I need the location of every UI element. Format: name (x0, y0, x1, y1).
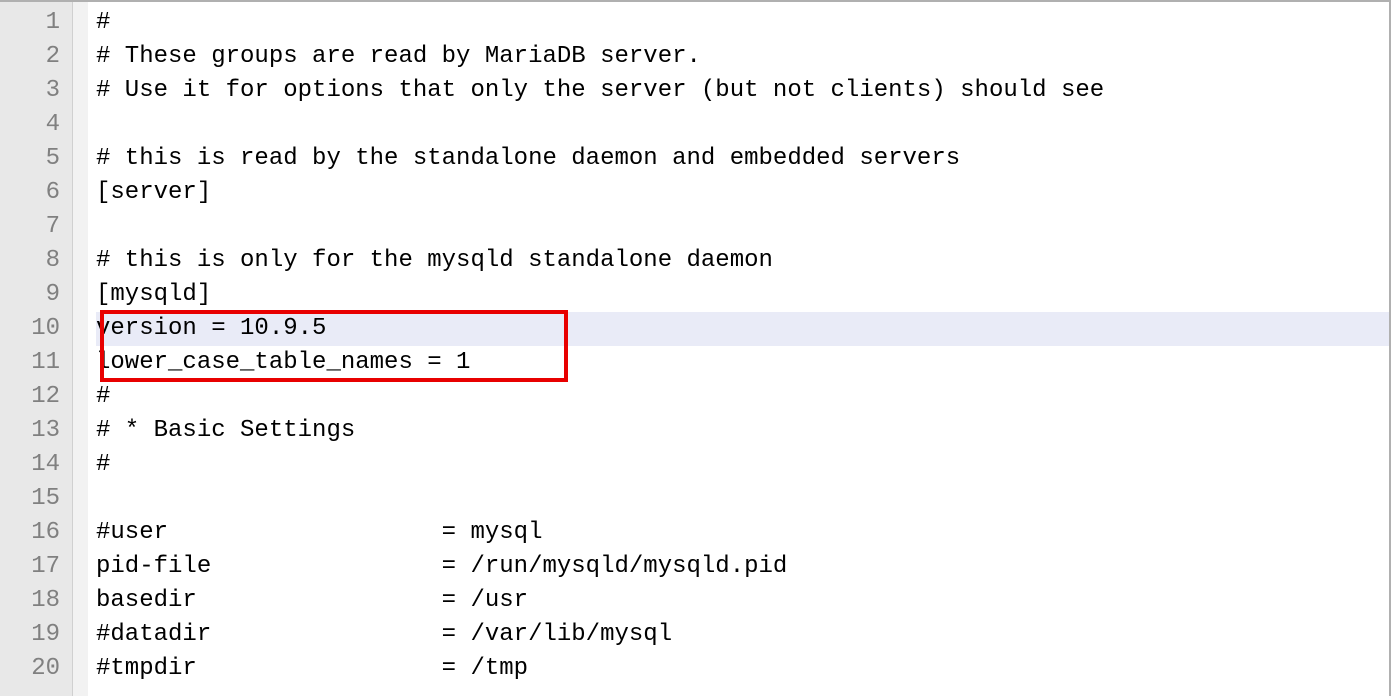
code-line[interactable]: # this is only for the mysqld standalone… (96, 244, 1389, 278)
line-number-gutter: 1234567891011121314151617181920 (0, 2, 72, 696)
code-line[interactable]: # (96, 6, 1389, 40)
code-line[interactable]: # (96, 380, 1389, 414)
gutter-divider (72, 2, 88, 696)
line-number: 17 (8, 550, 60, 584)
line-number: 19 (8, 618, 60, 652)
code-line[interactable]: basedir = /usr (96, 584, 1389, 618)
code-line[interactable]: # * Basic Settings (96, 414, 1389, 448)
line-number: 6 (8, 176, 60, 210)
code-line[interactable]: [server] (96, 176, 1389, 210)
code-line[interactable]: # this is read by the standalone daemon … (96, 142, 1389, 176)
code-line[interactable]: #user = mysql (96, 516, 1389, 550)
code-line[interactable]: # Use it for options that only the serve… (96, 74, 1389, 108)
line-number: 15 (8, 482, 60, 516)
line-number: 1 (8, 6, 60, 40)
line-number: 20 (8, 652, 60, 686)
code-line[interactable] (96, 482, 1389, 516)
code-line[interactable] (96, 210, 1389, 244)
line-number: 10 (8, 312, 60, 346)
line-number: 12 (8, 380, 60, 414)
code-line[interactable]: # These groups are read by MariaDB serve… (96, 40, 1389, 74)
line-number: 2 (8, 40, 60, 74)
line-number: 13 (8, 414, 60, 448)
line-number: 3 (8, 74, 60, 108)
line-number: 5 (8, 142, 60, 176)
code-line[interactable]: pid-file = /run/mysqld/mysqld.pid (96, 550, 1389, 584)
line-number: 9 (8, 278, 60, 312)
line-number: 11 (8, 346, 60, 380)
code-line[interactable]: [mysqld] (96, 278, 1389, 312)
code-line[interactable]: # (96, 448, 1389, 482)
line-number: 7 (8, 210, 60, 244)
line-number: 14 (8, 448, 60, 482)
line-number: 16 (8, 516, 60, 550)
line-number: 8 (8, 244, 60, 278)
code-line[interactable]: version = 10.9.5 (96, 312, 1389, 346)
line-number: 18 (8, 584, 60, 618)
code-area[interactable]: ## These groups are read by MariaDB serv… (88, 2, 1389, 696)
code-line[interactable]: #datadir = /var/lib/mysql (96, 618, 1389, 652)
code-editor[interactable]: 1234567891011121314151617181920 ## These… (0, 2, 1389, 696)
line-number: 4 (8, 108, 60, 142)
code-line[interactable]: lower_case_table_names = 1 (96, 346, 1389, 380)
code-line[interactable]: #tmpdir = /tmp (96, 652, 1389, 686)
code-line[interactable] (96, 108, 1389, 142)
